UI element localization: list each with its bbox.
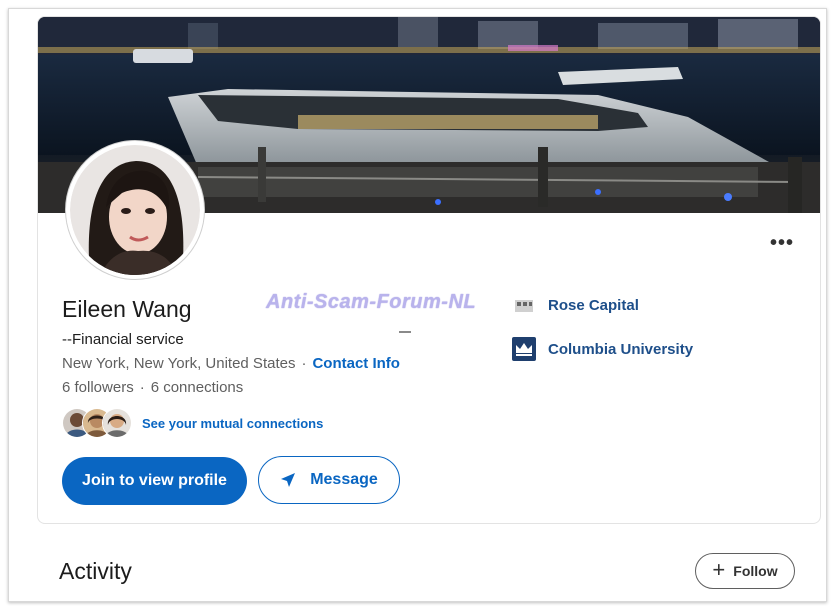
university-crown-icon: [512, 337, 536, 361]
profile-location: New York, New York, United States: [62, 355, 296, 372]
company-logo-icon: [512, 293, 536, 317]
contact-info-link[interactable]: Contact Info: [312, 355, 400, 372]
join-to-view-profile-button[interactable]: Join to view profile: [62, 457, 247, 505]
connections-count: 6 connections: [150, 379, 244, 396]
profile-card: ••• Eileen Wang --Financial service New …: [37, 16, 821, 524]
watermark-overlay: Anti-Scam-Forum-NL: [266, 291, 477, 313]
mutual-connections-link[interactable]: See your mutual connections: [142, 416, 323, 431]
company-columbia-university[interactable]: Columbia University: [512, 337, 693, 361]
message-label: Message: [310, 471, 378, 488]
mutual-connections[interactable]: See your mutual connections: [62, 407, 323, 439]
follow-button[interactable]: + Follow: [695, 553, 795, 589]
separator-dot: ·: [139, 379, 145, 396]
profile-avatar: [66, 141, 204, 279]
plus-icon: +: [712, 557, 726, 582]
followers-count: 6 followers: [62, 379, 134, 396]
profile-frame: ••• Eileen Wang --Financial service New …: [8, 8, 827, 602]
profile-name: Eileen Wang: [62, 296, 192, 322]
divider: [399, 331, 411, 333]
stats-row: 6 followers · 6 connections: [62, 379, 243, 396]
mutual-avatars: [62, 408, 134, 438]
company-label: Rose Capital: [548, 296, 639, 314]
company-rose-capital[interactable]: Rose Capital: [512, 293, 639, 317]
mutual-avatar: [102, 408, 132, 438]
company-label: Columbia University: [548, 340, 694, 358]
send-icon: [280, 472, 296, 488]
message-button[interactable]: Message: [258, 456, 400, 504]
activity-heading: Activity: [59, 558, 132, 584]
profile-headline: --Financial service: [62, 331, 184, 348]
more-actions-button[interactable]: •••: [770, 233, 794, 253]
location-row: New York, New York, United States · Contac…: [62, 355, 400, 372]
follow-label: Follow: [733, 563, 778, 579]
separator-dot: ·: [301, 355, 307, 372]
